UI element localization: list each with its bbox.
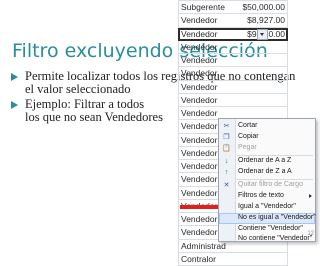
submenu-arrow-icon [309,194,312,198]
menu-item-pegar[interactable]: 📋 Pegar [219,143,315,154]
menu-item-label: Filtros de texto [238,192,284,199]
cargo-cell[interactable]: Vendedor [181,55,217,65]
value-cell[interactable]: $8,927.00 [247,15,285,25]
menu-item-label: Ordenar de Z a A [238,168,292,175]
cargo-cell[interactable]: Vendedor [181,135,217,145]
cargo-cell[interactable]: Vendedor [181,82,217,92]
cargo-cell[interactable]: Vendedor [181,42,217,52]
menu-item-ordenar-de-a-a-z[interactable]: ↓ Ordenar de A a Z [219,156,315,167]
table-row[interactable]: Vendedor [178,93,288,107]
cargo-cell[interactable]: Subgerente [181,2,225,12]
menu-item-ordenar-de-z-a-a[interactable]: ↑ Ordenar de Z a A [219,167,315,178]
menu-item-label: Ordenar de A a Z [238,157,292,164]
table-row[interactable]: Subgerente $50,000.00 [178,1,288,15]
menu-item-no-es-igual-a-vendedor[interactable]: No es igual a "Vendedor" [219,213,316,224]
menu-item-copiar[interactable]: ❐ Copiar [219,132,315,143]
cargo-cell[interactable]: Vendedor [181,214,217,224]
table-row[interactable]: Vendedor$9,980.00 [178,27,288,41]
cargo-cell[interactable]: Vendedor [181,68,217,78]
menu-item-igual-a-vendedor[interactable]: Igual a "Vendedor" [219,202,315,213]
sort-ascending-icon: ↓ [224,158,229,165]
menu-item-label: No contiene "Vendedor" [238,235,313,242]
page-number: 12 [307,231,314,237]
menu-item-quitar-filtro-de-cargo[interactable]: ✕ Quitar filtro de Cargo [219,180,315,191]
scissors-icon: ✂ [223,123,230,130]
cargo-cell[interactable]: Vendedor [181,227,217,237]
menu-item-label: Igual a "Vendedor" [238,203,296,210]
paste-icon: 📋 [222,145,231,152]
sort-descending-icon: ↑ [224,169,229,176]
autofilter-dropdown-icon[interactable] [257,28,268,40]
menu-item-label: Copiar [238,133,259,140]
cargo-cell[interactable]: Vendedor [181,188,217,198]
bullet-marker-icon [10,72,18,81]
cargo-cell[interactable]: Vendedor [181,148,217,158]
table-row[interactable]: Vendedor [178,54,288,68]
cargo-cell[interactable]: Vendedor [181,108,217,118]
menu-item-label: Pegar [238,144,257,151]
table-row[interactable]: Vendedor $8,927.00 [178,14,288,28]
table-row[interactable]: Vendedor [178,40,288,54]
context-menu: ✂ Cortar ❐ Copiar 📋 Pegar ↓ Ordenar de A a Z ↑ Or… [218,118,316,242]
table-row[interactable]: Vendedor [178,67,288,81]
bullet-marker-icon [10,100,18,109]
cargo-cell[interactable]: Vendedor [181,201,217,211]
bullet-1-line-2: el valor seleccionado [25,82,131,96]
menu-item-label: Contiene "Vendedor" [238,225,303,232]
copy-icon: ❐ [223,134,230,141]
menu-item-label: Cortar [238,122,258,129]
table-row[interactable]: Contralor [178,252,288,266]
cargo-cell[interactable]: Vendedor [181,121,217,131]
menu-item-cortar[interactable]: ✂ Cortar [219,121,315,132]
table-row[interactable]: Vendedor [178,80,288,94]
menu-item-filtros-de-texto[interactable]: Filtros de texto [219,191,315,202]
menu-item-label: Quitar filtro de Cargo [238,181,303,188]
cargo-cell[interactable]: Vendedor [181,15,217,25]
cargo-cell[interactable]: Vendedor [181,29,217,39]
cargo-cell[interactable]: Vendedor [181,161,217,171]
clear-filter-icon: ✕ [223,182,230,189]
cargo-cell[interactable]: Contralor [181,254,216,264]
menu-item-label: No es igual a "Vendedor" [238,214,316,221]
cargo-cell[interactable]: Vendedor [181,174,217,184]
bullet-2-line-2: los que no sean Vendedores [25,110,163,124]
cargo-cell[interactable]: Vendedor [181,95,217,105]
value-cell[interactable]: $50,000.00 [242,2,285,12]
